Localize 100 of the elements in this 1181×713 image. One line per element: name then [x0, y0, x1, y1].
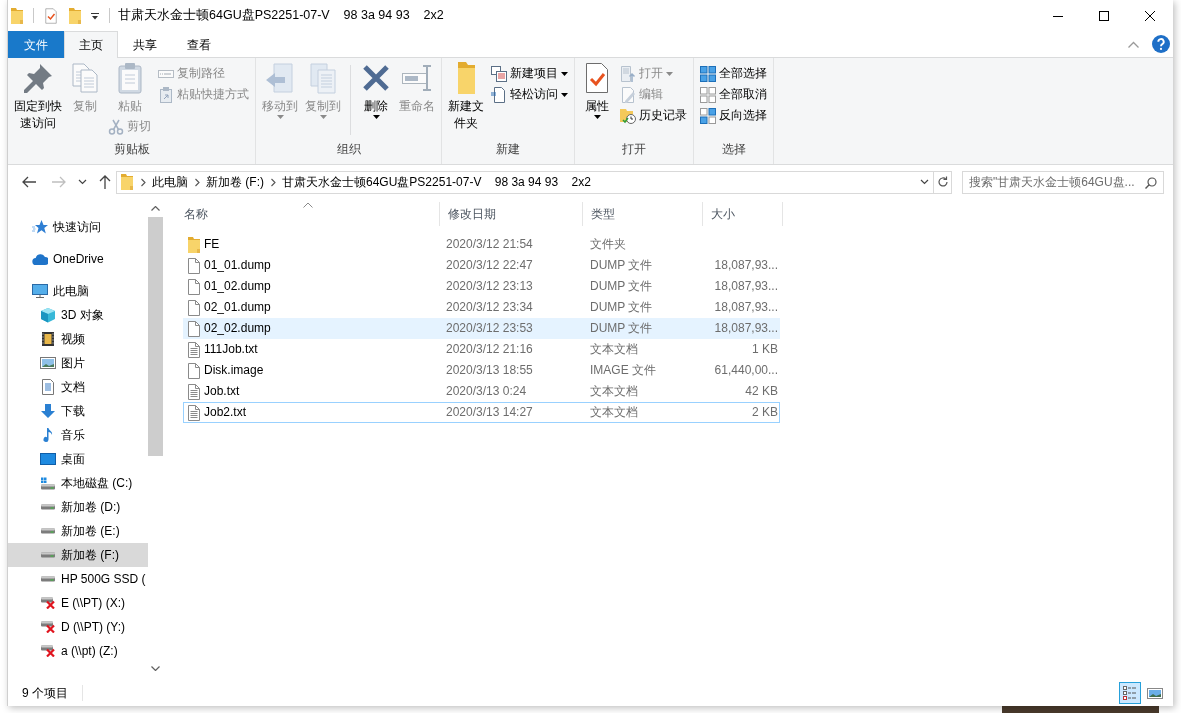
column-header[interactable]: 类型 [583, 202, 703, 226]
refresh-button[interactable] [933, 171, 951, 193]
file-row[interactable]: 02_02.dump 2020/3/12 23:53 DUMP 文件 18,087,93... [183, 318, 780, 339]
file-row[interactable]: 111Job.txt 2020/3/12 21:16 文本文档 1 KB [183, 339, 780, 360]
file-icon [188, 278, 200, 295]
file-name: 01_01.dump [204, 258, 271, 273]
properties-button[interactable]: 属性 [578, 59, 616, 120]
breadcrumb[interactable]: 此电脑 [150, 172, 190, 192]
nav-item[interactable]: 快速访问 [8, 215, 148, 239]
caret-down-icon [276, 115, 284, 119]
column-header[interactable]: 大小 [703, 202, 783, 226]
scroll-up-icon[interactable] [151, 205, 160, 211]
folder-icon [188, 236, 200, 253]
file-size: 2 KB [752, 405, 778, 420]
caret-down-icon[interactable] [91, 11, 99, 20]
address-bar[interactable]: 此电脑 新加卷 (F:) 甘肃天水金士顿64GU盘PS2251-07-V 98 3a 94 93 2x2 [116, 170, 952, 194]
drive-x-icon [40, 645, 56, 657]
checkmark-page-icon[interactable] [44, 7, 58, 24]
file-name: 02_01.dump [204, 300, 271, 315]
thumbnail-icon [1147, 685, 1163, 701]
item-count: 9 个项目 [22, 685, 68, 701]
up-arrow-icon [97, 174, 113, 190]
page-pencil-icon [620, 86, 636, 103]
file-icon [188, 362, 200, 379]
file-row[interactable]: 01_01.dump 2020/3/12 22:47 DUMP 文件 18,087,93... [183, 255, 780, 276]
ribbon-tab[interactable]: 共享 [118, 31, 172, 58]
select-all-button[interactable]: 全部选择 [697, 63, 770, 84]
history-button[interactable]: 历史记录 [617, 105, 690, 126]
pin-icon [22, 62, 54, 94]
nav-item[interactable]: HP 500G SSD ( [8, 567, 148, 591]
modified-date: 2020/3/12 22:47 [446, 258, 533, 273]
back-arrow-icon [21, 174, 37, 190]
nav-item[interactable]: E (\\PT) (X:) [8, 591, 148, 615]
delete-button[interactable]: 删除 [357, 59, 395, 120]
nav-item[interactable]: a (\\pt) (Z:) [8, 639, 148, 663]
caret-down-icon [561, 92, 568, 97]
file-row[interactable]: Job.txt 2020/3/13 0:24 文本文档 42 KB [183, 381, 780, 402]
nav-item[interactable]: 下载 [8, 399, 148, 423]
file-name: Job.txt [204, 384, 240, 399]
nav-item[interactable]: 新加卷 (E:) [8, 519, 148, 543]
nav-item[interactable]: 3D 对象 [8, 303, 148, 327]
chevron-down-icon[interactable] [920, 179, 929, 185]
search-field[interactable]: 搜索"甘肃天水金士顿64GU盘... [962, 170, 1164, 194]
folder-icon [457, 62, 475, 94]
nav-item[interactable]: 新加卷 (D:) [8, 495, 148, 519]
ribbon-tab[interactable]: 查看 [172, 31, 226, 58]
nav-item[interactable]: 此电脑 [8, 279, 148, 303]
file-name: FE [204, 237, 220, 252]
cube-icon [40, 307, 56, 323]
chevron-right-icon[interactable] [140, 177, 146, 187]
column-header[interactable]: 名称 [176, 202, 440, 226]
nav-item[interactable]: OneDrive [8, 247, 148, 271]
nav-item[interactable]: 本地磁盘 (C:) [8, 471, 148, 495]
clock-folder-icon [620, 107, 636, 124]
invert-selection-button[interactable]: 反向选择 [697, 105, 770, 126]
nav-item[interactable]: 文档 [8, 375, 148, 399]
chevron-right-icon[interactable] [270, 177, 276, 187]
nav-item[interactable]: D (\\PT) (Y:) [8, 615, 148, 639]
file-row[interactable]: FE 2020/3/12 21:54 文件夹 [183, 234, 780, 255]
sort-ascending-icon [302, 202, 313, 208]
file-row[interactable]: Job2.txt 2020/3/13 14:27 文本文档 2 KB [183, 402, 780, 423]
refresh-icon [936, 176, 949, 188]
file-row[interactable]: Disk.image 2020/3/13 18:55 IMAGE 文件 61,440,00... [183, 360, 780, 381]
file-row[interactable]: 01_02.dump 2020/3/12 23:13 DUMP 文件 18,087,93... [183, 276, 780, 297]
nav-item[interactable]: 音乐 [8, 423, 148, 447]
cloud-icon [32, 252, 48, 266]
select-none-button[interactable]: 全部取消 [697, 84, 770, 105]
document-icon [40, 379, 56, 395]
ribbon-tab[interactable]: 主页 [64, 31, 118, 58]
search-icon[interactable] [1145, 176, 1157, 189]
file-size: 18,087,93... [714, 279, 778, 294]
window-stack-icon [491, 65, 507, 82]
nav-item[interactable]: 视频 [8, 327, 148, 351]
nav-item[interactable]: 图片 [8, 351, 148, 375]
file-type: DUMP 文件 [590, 300, 653, 315]
nav-item[interactable]: 桌面 [8, 447, 148, 471]
maximize-icon[interactable] [1099, 10, 1109, 21]
file-menu-tab[interactable]: 文件 [8, 31, 64, 58]
collapse-ribbon-icon[interactable] [1128, 40, 1139, 48]
close-icon[interactable] [1145, 10, 1155, 21]
breadcrumb[interactable]: 甘肃天水金士顿64GU盘PS2251-07-V 98 3a 94 93 2x2 [280, 172, 593, 192]
file-row[interactable]: 02_01.dump 2020/3/12 23:34 DUMP 文件 18,087,93... [183, 297, 780, 318]
modified-date: 2020/3/12 21:16 [446, 342, 533, 357]
file-name: 01_02.dump [204, 279, 271, 294]
chevron-right-icon[interactable] [194, 177, 200, 187]
scrollbar-thumb[interactable] [148, 217, 163, 456]
column-header[interactable]: 修改日期 [440, 202, 583, 226]
scroll-down-icon[interactable] [151, 666, 160, 671]
new-item-button[interactable]: 新建项目 [488, 63, 571, 84]
easy-access-button[interactable]: 轻松访问 [488, 84, 571, 105]
breadcrumb[interactable]: 新加卷 (F:) [204, 172, 266, 192]
pin-button[interactable]: 固定到快速访问 [11, 59, 65, 133]
file-name: 02_02.dump [204, 321, 271, 336]
new-folder-button[interactable]: 新建文件夹 [445, 59, 487, 133]
file-icon [188, 299, 200, 316]
nav-item[interactable]: 新加卷 (F:) [8, 543, 148, 567]
help-icon[interactable] [1152, 35, 1170, 53]
star-icon [32, 219, 48, 235]
modified-date: 2020/3/12 23:34 [446, 300, 533, 315]
details-view-button[interactable] [1119, 682, 1141, 704]
